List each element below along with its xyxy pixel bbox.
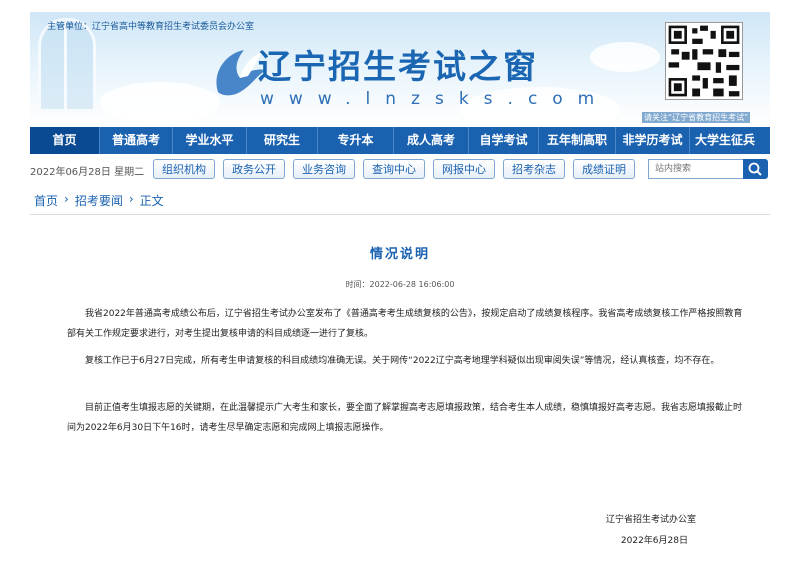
current-date: 2022年06月28日 星期二 <box>30 167 145 178</box>
window-decoration <box>38 18 96 112</box>
cloud-decoration <box>100 82 220 122</box>
site-search-input[interactable] <box>648 159 744 179</box>
publish-time: 时间：2022-06-28 16:06:00 <box>345 280 455 289</box>
sub-toolbar: 2022年06月28日 星期二 组织机构 政务公开 业务咨询 查询中心 网报中心… <box>30 157 770 183</box>
online-registration-button[interactable]: 网报中心 <box>433 159 495 179</box>
sponsor-text: 主管单位：辽宁省高中等教育招生考试委员会办公室 <box>47 22 255 32</box>
breadcrumb-home-link[interactable]: 首页 <box>34 192 58 209</box>
article-paragraph: 我省2022年普通高考成绩公布后，辽宁省招生考试办公室发布了《普通高考考生成绩复… <box>67 309 743 339</box>
query-center-button[interactable]: 查询中心 <box>363 159 425 179</box>
breadcrumb-current: 正文 <box>139 194 164 208</box>
organization-button[interactable]: 组织机构 <box>153 159 215 179</box>
site-domain: www.lnzsks.com <box>260 89 610 109</box>
nav-item-self-study[interactable]: 自学考试 <box>469 127 539 154</box>
nav-item-five-year[interactable]: 五年制高职 <box>539 127 616 154</box>
magazine-button[interactable]: 招考杂志 <box>503 159 565 179</box>
nav-item-non-degree[interactable]: 非学历考试 <box>616 127 690 154</box>
qr-code-icon <box>665 22 743 100</box>
qr-caption: 请关注“辽宁省教育招生考试” <box>642 112 751 123</box>
breadcrumb-separator: › <box>128 192 134 206</box>
cloud-decoration <box>590 42 660 72</box>
signature-date: 2022年6月28日 <box>620 536 688 546</box>
article-paragraph: 目前正值考生填报志愿的关键期，在此温馨提示广大考生和家长，要全面了解掌握高考志愿… <box>67 403 743 433</box>
main-nav: 首页 普通高考 学业水平 研究生 专升本 成人高考 自学考试 五年制高职 非学历… <box>30 127 770 154</box>
score-certificate-button[interactable]: 成绩证明 <box>573 159 635 179</box>
article-title: 情况说明 <box>369 247 430 262</box>
breadcrumb: 首页 › 招考要闻 › 正文 <box>34 192 164 209</box>
signature-org: 辽宁省招生考试办公室 <box>605 515 696 525</box>
search-icon <box>748 162 762 176</box>
nav-item-gaokao[interactable]: 普通高考 <box>100 127 173 154</box>
nav-item-upgrade[interactable]: 专升本 <box>318 127 394 154</box>
site-header: 主管单位：辽宁省高中等教育招生考试委员会办公室 辽宁招生考试之窗 www.lnz… <box>30 12 770 125</box>
search-button[interactable] <box>743 159 768 179</box>
nav-item-graduate[interactable]: 研究生 <box>247 127 318 154</box>
nav-item-home[interactable]: 首页 <box>30 127 100 154</box>
nav-item-academic-level[interactable]: 学业水平 <box>173 127 247 154</box>
nav-item-enlistment[interactable]: 大学生征兵 <box>690 127 760 154</box>
breadcrumb-separator: › <box>64 192 69 206</box>
government-affairs-button[interactable]: 政务公开 <box>223 159 285 179</box>
site-title: 辽宁招生考试之窗 <box>258 47 538 86</box>
nav-item-adult-exam[interactable]: 成人高考 <box>394 127 469 154</box>
breadcrumb-news-link[interactable]: 招考要闻 <box>75 192 123 209</box>
article-paragraph: 复核工作已于6月27日完成，所有考生申请复核的科目成绩均准确无误。关于网传“20… <box>85 356 720 366</box>
divider <box>30 214 770 215</box>
business-consult-button[interactable]: 业务咨询 <box>293 159 355 179</box>
